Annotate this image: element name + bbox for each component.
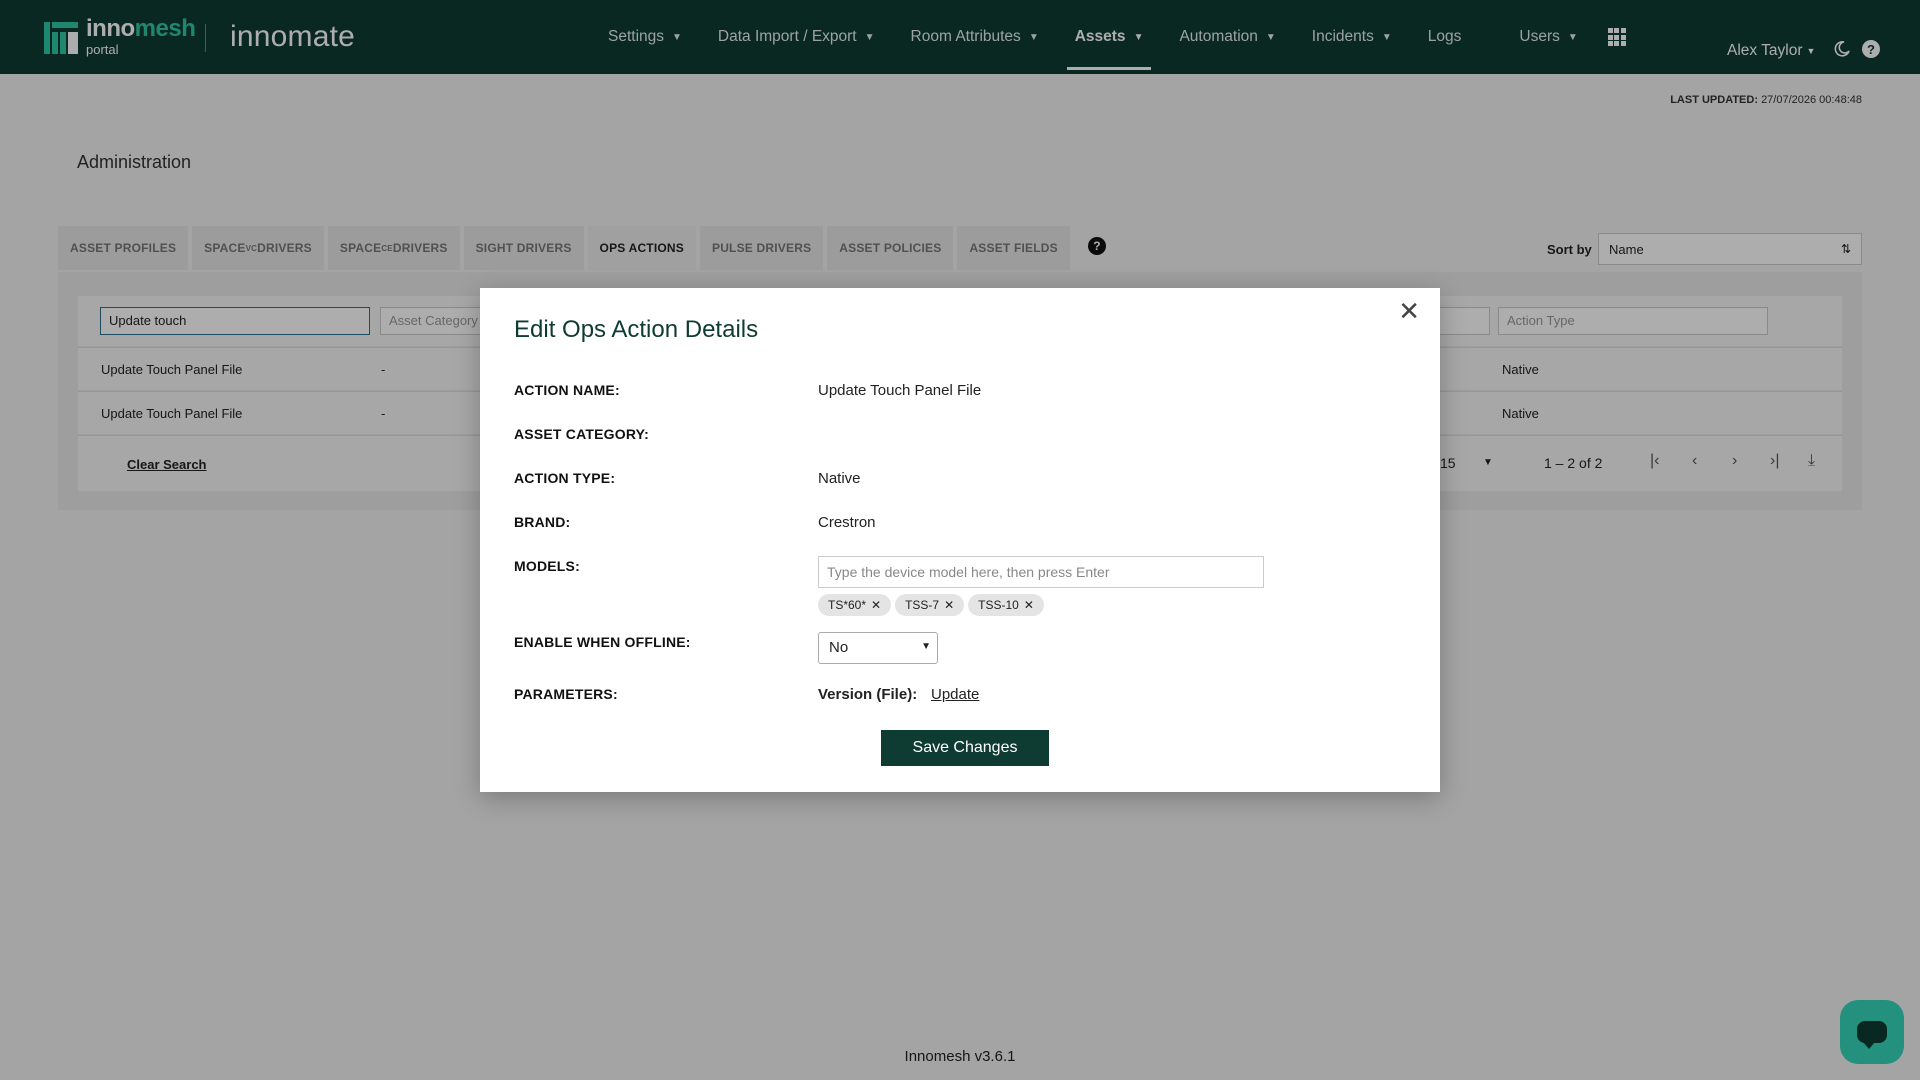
enable-offline-select[interactable]: No ▼ bbox=[818, 632, 938, 664]
remove-chip-icon[interactable]: ✕ bbox=[944, 598, 954, 612]
edit-ops-action-modal: Edit Ops Action Details ✕ ACTION NAME: U… bbox=[480, 288, 1440, 792]
action-name-value: Update Touch Panel File bbox=[818, 382, 982, 399]
remove-chip-icon[interactable]: ✕ bbox=[871, 598, 881, 612]
asset-category-label: ASSET CATEGORY: bbox=[514, 426, 649, 442]
model-chip: TSS-10 ✕ bbox=[968, 594, 1044, 616]
remove-chip-icon[interactable]: ✕ bbox=[1024, 598, 1034, 612]
models-input[interactable]: Type the device model here, then press E… bbox=[818, 556, 1264, 588]
model-chips: TS*60* ✕ TSS-7 ✕ TSS-10 ✕ bbox=[818, 594, 1048, 616]
enable-offline-label: ENABLE WHEN OFFLINE: bbox=[514, 634, 691, 650]
action-name-label: ACTION NAME: bbox=[514, 382, 620, 398]
models-label: MODELS: bbox=[514, 558, 580, 574]
modal-title: Edit Ops Action Details bbox=[514, 316, 759, 343]
model-chip: TS*60* ✕ bbox=[818, 594, 892, 616]
save-changes-button[interactable]: Save Changes bbox=[881, 730, 1049, 766]
chevron-down-icon: ▼ bbox=[921, 641, 931, 652]
model-chip: TSS-7 ✕ bbox=[895, 594, 965, 616]
parameters-label: PARAMETERS: bbox=[514, 686, 618, 702]
close-icon[interactable]: ✕ bbox=[1398, 298, 1420, 324]
brand-value: Crestron bbox=[818, 514, 876, 531]
action-type-label: ACTION TYPE: bbox=[514, 470, 616, 486]
action-type-value: Native bbox=[818, 470, 861, 487]
parameter-name: Version (File): bbox=[818, 686, 918, 703]
update-parameter-link[interactable]: Update bbox=[931, 686, 979, 703]
brand-label: BRAND: bbox=[514, 514, 571, 530]
